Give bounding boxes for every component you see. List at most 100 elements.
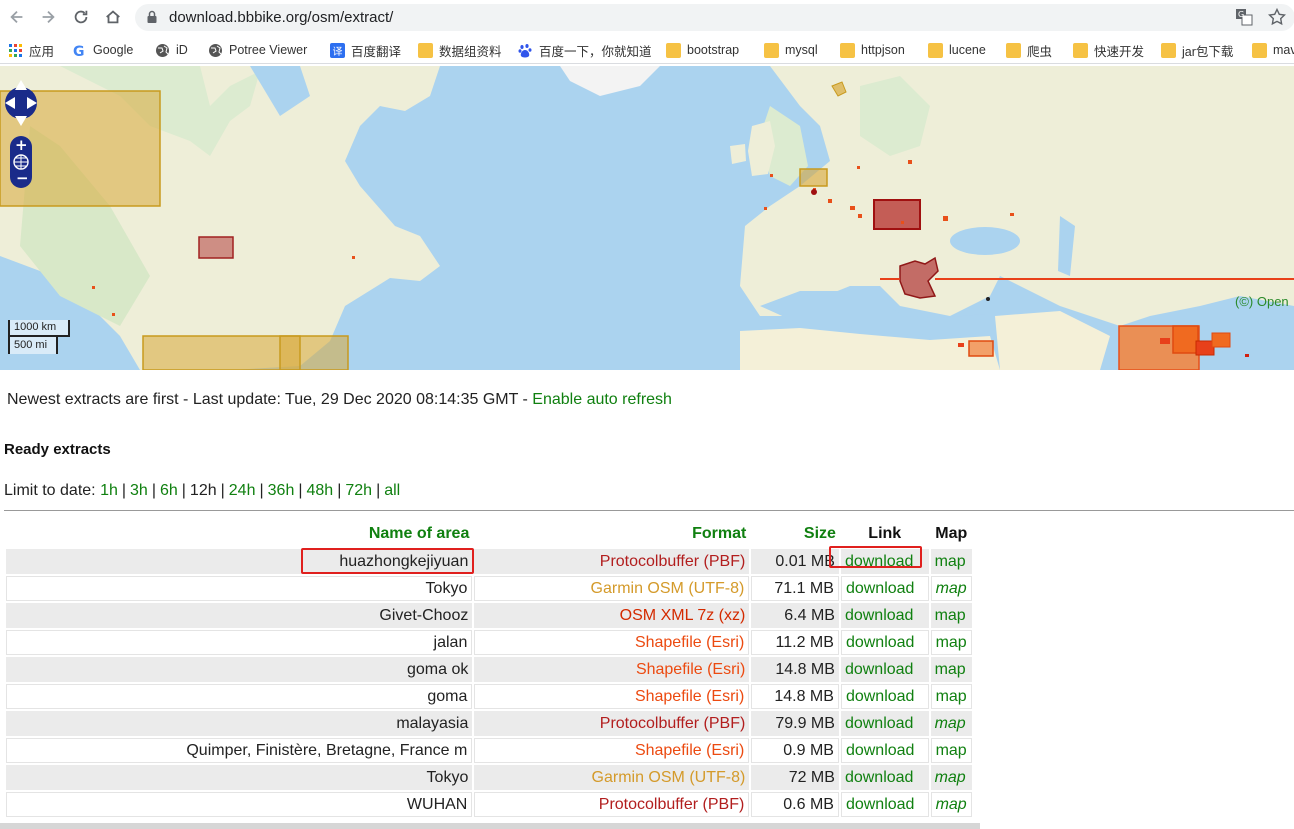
- header-name-of-area[interactable]: Name of area: [6, 520, 472, 547]
- area-name: Tokyo: [6, 765, 473, 790]
- bookmark-baidu[interactable]: 百度一下，你就知道: [518, 40, 652, 60]
- bookmark-baidu-translate[interactable]: 译百度翻译: [330, 40, 401, 60]
- ready-extracts-heading: Ready extracts: [4, 441, 111, 458]
- download-link[interactable]: download: [846, 634, 915, 651]
- download-link[interactable]: download: [846, 742, 915, 759]
- bookmarks-bar: 应用 G Google iD Potree Viewer 译百度翻译 数据组资料 …: [0, 36, 1294, 64]
- map-scale: 1000 km 500 mi: [8, 320, 78, 356]
- extract-map[interactable]: + − 1000 km 500 mi (©) Open: [0, 66, 1294, 370]
- limit-3h[interactable]: 3h: [130, 482, 148, 499]
- header-format[interactable]: Format: [474, 520, 749, 547]
- download-link[interactable]: download: [846, 796, 915, 813]
- limit-1h[interactable]: 1h: [100, 482, 118, 499]
- folder-icon: [418, 42, 433, 58]
- map-cell: map: [930, 738, 972, 763]
- download-link[interactable]: download: [845, 661, 914, 678]
- world-map-layer: [0, 66, 1294, 370]
- table-row: malayasia Protocolbuffer (PBF) 79.9 MB down…: [6, 711, 972, 736]
- bookmark-apps[interactable]: 应用: [8, 40, 54, 60]
- download-link[interactable]: download: [845, 607, 914, 624]
- download-link[interactable]: download: [846, 688, 915, 705]
- limit-72h[interactable]: 72h: [345, 482, 372, 499]
- map-link[interactable]: map: [935, 715, 966, 732]
- size-cell: 14.8 MB: [751, 684, 839, 709]
- address-bar[interactable]: download.bbbike.org/osm/extract/ G: [135, 4, 1294, 31]
- home-button[interactable]: [102, 6, 124, 28]
- translate-icon[interactable]: G: [1235, 8, 1253, 26]
- bookmark-google[interactable]: G Google: [72, 40, 133, 60]
- map-cell: map: [930, 657, 972, 682]
- map-cell: map: [930, 549, 972, 574]
- enable-auto-refresh-link[interactable]: Enable auto refresh: [532, 391, 672, 408]
- limit-48h[interactable]: 48h: [307, 482, 334, 499]
- link-cell: download: [840, 765, 929, 790]
- size-cell: 14.8 MB: [751, 657, 839, 682]
- link-cell: download: [840, 711, 929, 736]
- map-link[interactable]: map: [936, 634, 967, 651]
- pan-down-icon[interactable]: [15, 116, 27, 126]
- area-name: Givet-Chooz: [6, 603, 473, 628]
- forward-button[interactable]: [37, 6, 59, 28]
- zoom-in-icon[interactable]: +: [15, 136, 28, 154]
- svg-text:G: G: [73, 44, 85, 58]
- back-button[interactable]: [6, 6, 28, 28]
- map-link[interactable]: map: [936, 688, 967, 705]
- download-link[interactable]: download: [845, 715, 914, 732]
- table-row: jalan Shapefile (Esri) 11.2 MB download map: [6, 630, 972, 655]
- bookmark-potree-viewer[interactable]: Potree Viewer: [208, 40, 307, 60]
- highlight-area-name: [301, 548, 474, 574]
- map-link[interactable]: map: [936, 580, 967, 597]
- link-cell: download: [840, 738, 929, 763]
- limit-to-date: Limit to date: 1h | 3h | 6h | 12h | 24h | 36h | 48h |…: [4, 482, 401, 499]
- table-row: goma ok Shapefile (Esri) 14.8 MB download ma…: [6, 657, 972, 682]
- bookmark-id[interactable]: iD: [155, 40, 188, 60]
- reload-button[interactable]: [70, 6, 92, 28]
- limit-label: Limit to date:: [4, 482, 96, 499]
- download-link[interactable]: download: [846, 580, 915, 597]
- area-name: malayasia: [6, 711, 473, 736]
- map-cell: map: [930, 630, 972, 655]
- bookmark-folder-httpjson[interactable]: httpjson: [840, 40, 905, 60]
- map-link[interactable]: map: [935, 769, 966, 786]
- bookmark-folder-mav[interactable]: mav: [1252, 40, 1294, 60]
- folder-icon: [928, 42, 943, 58]
- bookmark-folder-mysql[interactable]: mysql: [764, 40, 818, 60]
- map-link[interactable]: map: [936, 796, 967, 813]
- format-cell: Shapefile (Esri): [474, 738, 750, 763]
- limit-12h-selected: 12h: [189, 482, 217, 499]
- map-link[interactable]: map: [936, 742, 967, 759]
- map-attribution[interactable]: (©) Open: [1235, 294, 1289, 309]
- map-link[interactable]: map: [935, 661, 966, 678]
- map-zoom-control[interactable]: + −: [10, 136, 32, 188]
- download-link[interactable]: download: [845, 769, 914, 786]
- horizontal-scrollbar[interactable]: [0, 823, 980, 829]
- bookmark-folder-quick-dev[interactable]: 快速开发: [1073, 40, 1144, 60]
- limit-6h[interactable]: 6h: [160, 482, 178, 499]
- browser-toolbar: download.bbbike.org/osm/extract/ G: [0, 0, 1294, 35]
- star-icon[interactable]: [1268, 8, 1286, 26]
- table-row: Tokyo Garmin OSM (UTF-8) 71.1 MB download ma…: [6, 576, 972, 601]
- back-arrow-icon: [10, 10, 23, 24]
- globe-icon: [156, 43, 169, 57]
- limit-24h[interactable]: 24h: [229, 482, 256, 499]
- map-pan-control[interactable]: [3, 76, 39, 130]
- bookmark-folder-jar-download[interactable]: jar包下载: [1161, 40, 1233, 60]
- map-cell: map: [930, 684, 972, 709]
- pan-up-icon[interactable]: [15, 80, 27, 90]
- area-name: goma ok: [6, 657, 473, 682]
- limit-36h[interactable]: 36h: [268, 482, 295, 499]
- zoom-out-icon[interactable]: −: [16, 169, 29, 187]
- format-cell: Shapefile (Esri): [474, 630, 750, 655]
- area-name: goma: [6, 684, 473, 709]
- bookmark-folder-crawler[interactable]: 爬虫: [1006, 40, 1052, 60]
- map-link[interactable]: map: [935, 553, 966, 570]
- format-cell: OSM XML 7z (xz): [474, 603, 750, 628]
- bookmark-folder-bootstrap[interactable]: bootstrap: [666, 40, 739, 60]
- size-cell: 0.01 MB: [751, 549, 839, 574]
- bookmark-folder-lucene[interactable]: lucene: [928, 40, 986, 60]
- bookmark-folder-data[interactable]: 数据组资料: [418, 40, 502, 60]
- header-size[interactable]: Size: [751, 520, 839, 547]
- limit-all[interactable]: all: [384, 482, 400, 499]
- map-link[interactable]: map: [935, 607, 966, 624]
- format-cell: Garmin OSM (UTF-8): [474, 576, 750, 601]
